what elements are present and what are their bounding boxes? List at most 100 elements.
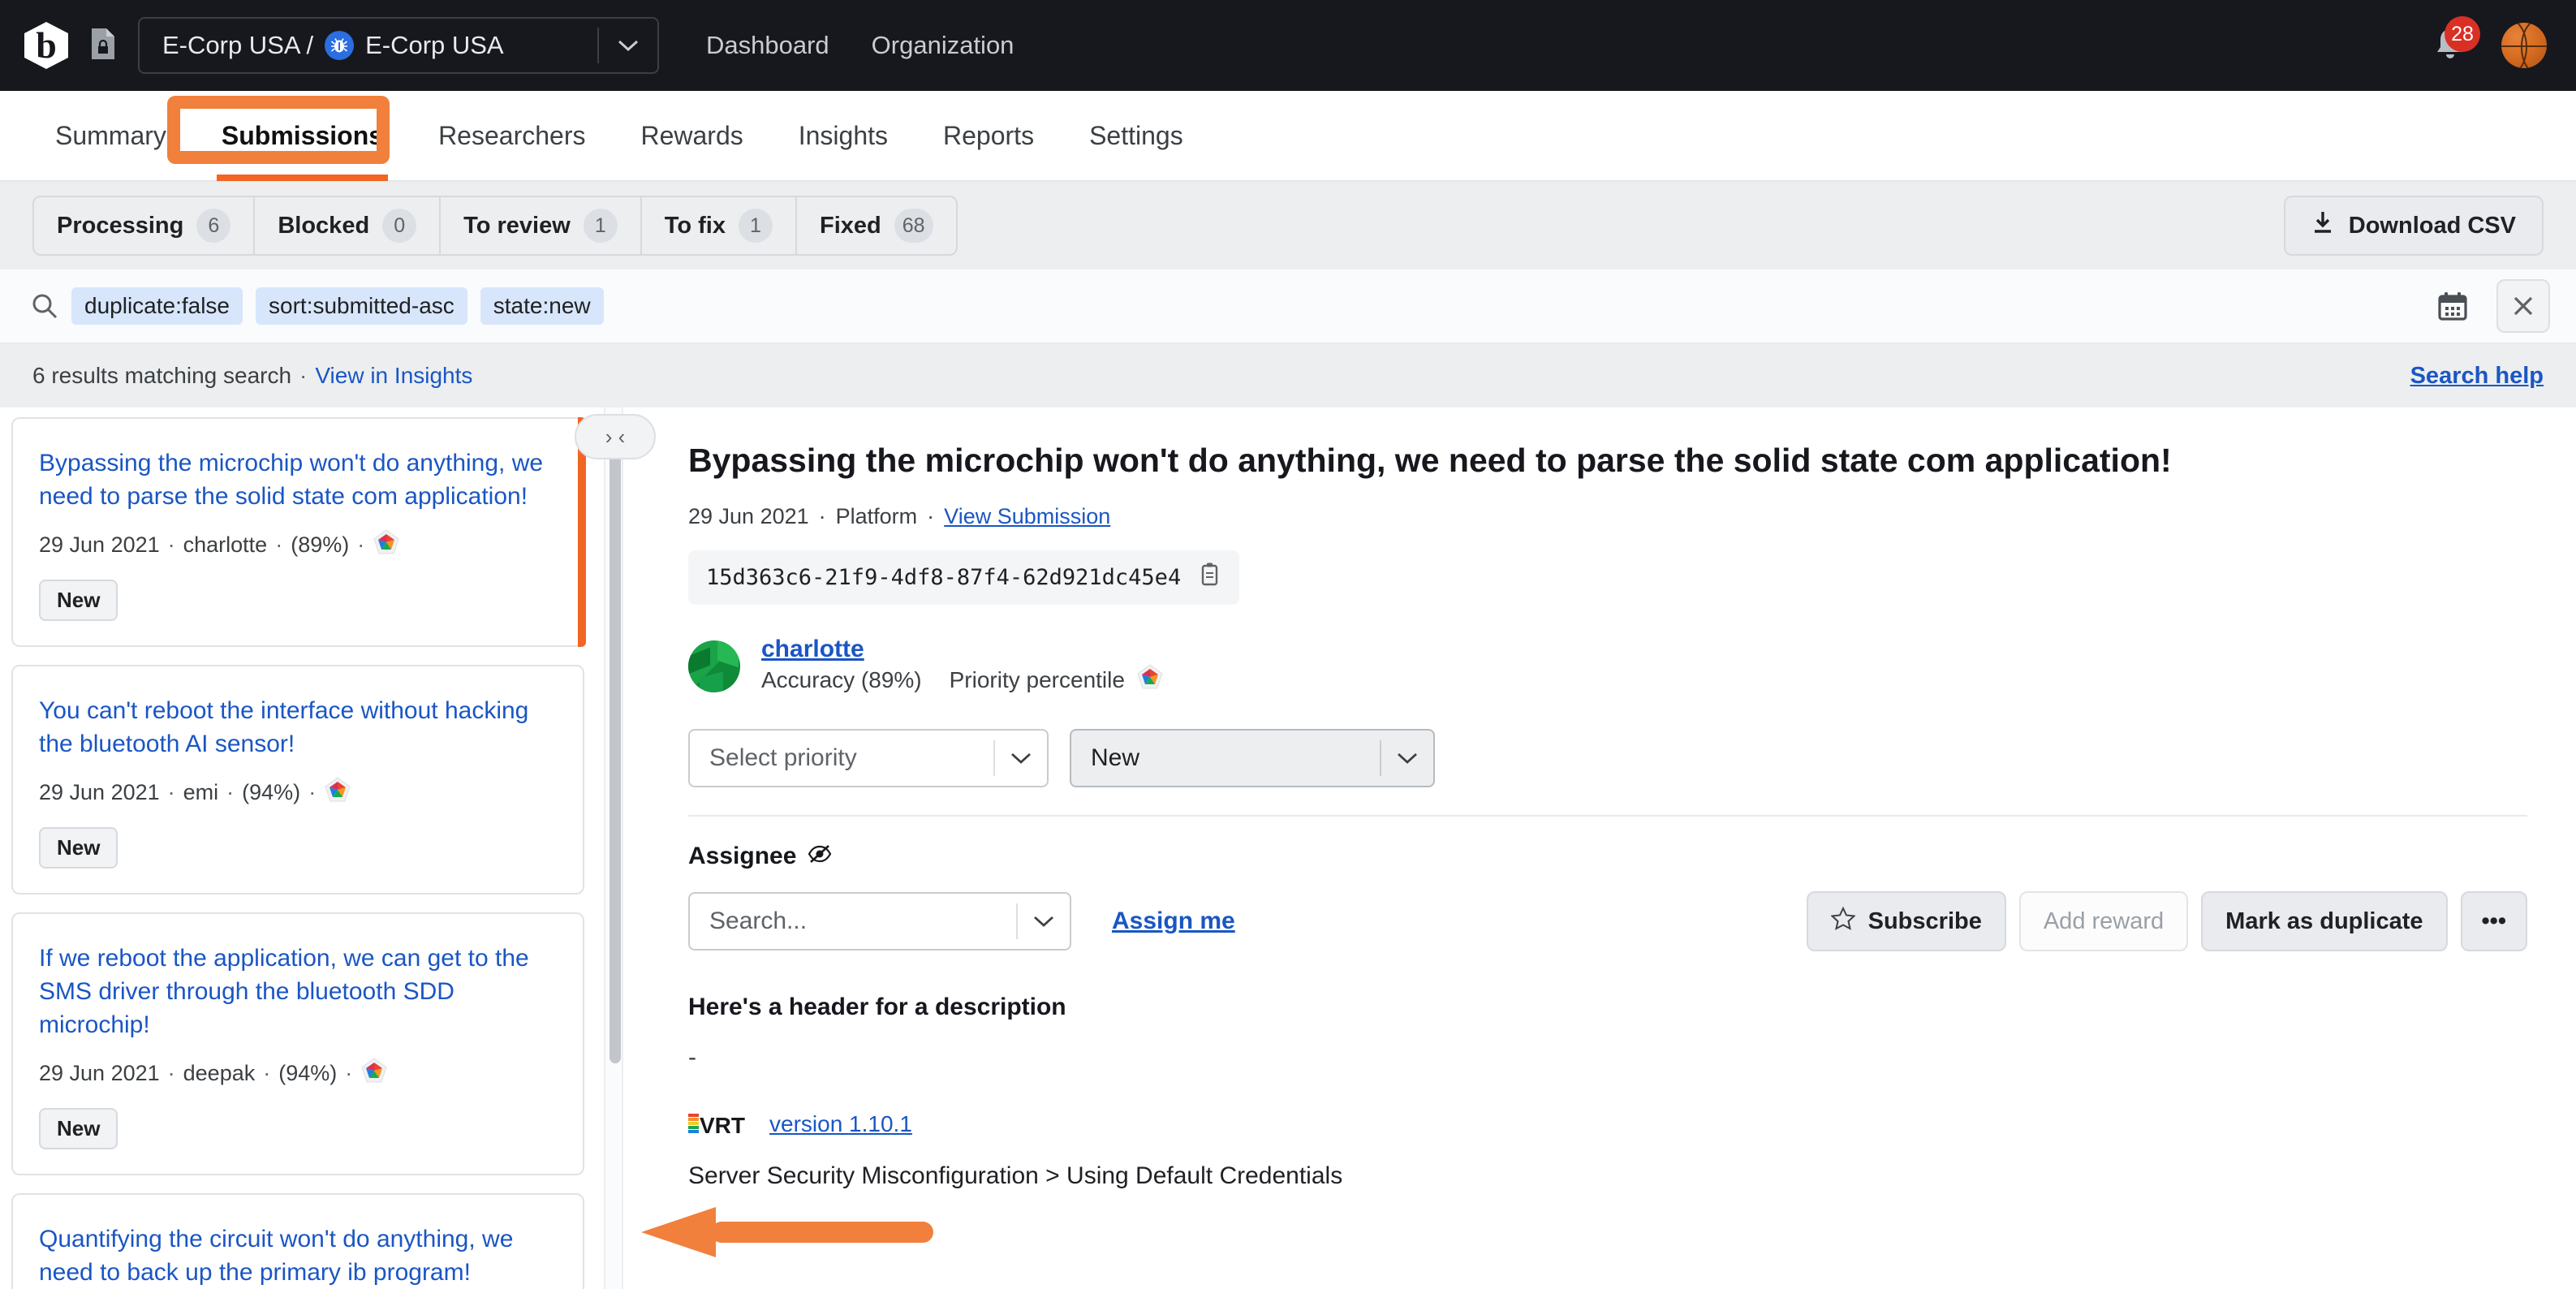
assignee-label-text: Assignee [688,843,797,870]
filter-blocked-count: 0 [382,209,417,243]
priority-percentile-icon [373,528,400,562]
chevron-down-icon[interactable] [995,751,1047,765]
tab-reports[interactable]: Reports [915,90,1062,181]
nav-organization[interactable]: Organization [872,31,1014,60]
top-bar-right: 28 [2432,16,2547,68]
researcher-accuracy: Accuracy (89%) [761,666,922,692]
submissions-list[interactable]: Bypassing the microchip won't do anythin… [0,407,604,1289]
tab-insights[interactable]: Insights [771,90,915,181]
list-item[interactable]: Quantifying the circuit won't do anythin… [11,1192,584,1289]
org-selector[interactable]: E-Corp USA / E-Corp USA [138,17,659,74]
vrt-logo-icon: VRT [688,1110,752,1138]
tab-submissions[interactable]: Submissions [194,90,411,181]
priority-select[interactable]: Select priority [688,729,1049,788]
tab-researchers[interactable]: Researchers [411,90,613,181]
status-segmented-control: Processing 6 Blocked 0 To review 1 To fi… [32,196,958,256]
nav-dashboard[interactable]: Dashboard [706,31,829,60]
priority-percentile-icon [360,1057,388,1090]
more-options-button[interactable]: ••• [2460,891,2527,952]
filter-processing[interactable]: Processing 6 [34,197,256,254]
vrt-row: VRT version 1.10.1 [688,1110,2527,1138]
list-item[interactable]: Bypassing the microchip won't do anythin… [11,417,586,647]
list-item-title[interactable]: If we reboot the application, we can get… [39,942,557,1042]
assign-me-link[interactable]: Assign me [1112,907,1235,935]
assignee-search-input[interactable]: Search... [690,907,1016,935]
collapse-panel-button[interactable]: › ‹ [575,414,656,459]
clear-search-button[interactable] [2496,279,2550,333]
list-item-meta: 29 Jun 2021 · emi · (94%) · [39,776,557,809]
add-reward-button[interactable]: Add reward [2018,891,2189,952]
view-in-insights-link[interactable]: View in Insights [315,363,472,389]
chevron-down-icon[interactable] [1018,914,1070,929]
org-breadcrumb: E-Corp USA / E-Corp USA [162,31,504,60]
tab-summary[interactable]: Summary [28,90,194,181]
list-item-title[interactable]: Quantifying the circuit won't do anythin… [39,1222,557,1289]
researcher-avatar[interactable] [688,640,740,692]
filter-to-fix[interactable]: To fix 1 [642,197,797,254]
tab-settings[interactable]: Settings [1062,90,1211,181]
priority-state-row: Select priority New [688,729,2527,788]
avatar[interactable] [2501,23,2547,68]
list-item-title[interactable]: You can't reboot the interface without h… [39,694,557,761]
vrt-taxonomy-path: Server Security Misconfiguration > Using… [688,1162,1343,1190]
status-badge: New [39,826,118,869]
list-item-date: 29 Jun 2021 [39,1060,160,1085]
org-name-label: E-Corp USA [365,31,504,59]
chevron-down-icon[interactable] [599,37,657,54]
vrt-version-link[interactable]: version 1.10.1 [769,1111,912,1137]
search-tokens: duplicate:false sort:submitted-asc state… [71,287,604,325]
filter-to-fix-label: To fix [664,212,726,239]
search-token-state[interactable]: state:new [480,287,604,325]
content-split: Bypassing the microchip won't do anythin… [0,407,2576,1289]
filter-processing-count: 6 [196,209,231,243]
list-item-date: 29 Jun 2021 [39,779,160,804]
results-separator: · [299,363,308,388]
search-token-duplicate[interactable]: duplicate:false [71,287,243,325]
status-badge: New [39,579,118,621]
notifications-button[interactable]: 28 [2432,16,2480,67]
search-help-link[interactable]: Search help [2410,363,2544,390]
view-submission-link[interactable]: View Submission [944,504,1110,529]
filter-to-review[interactable]: To review 1 [441,197,642,254]
bugcrowd-logo[interactable]: b [21,20,71,71]
assignee-select[interactable]: Search... [688,892,1071,951]
subscribe-button[interactable]: Subscribe [1806,891,2006,952]
chevron-down-icon[interactable] [1381,751,1433,765]
filter-to-fix-count: 1 [738,209,773,243]
svg-text:VRT: VRT [700,1113,745,1138]
state-select[interactable]: New [1070,729,1435,788]
list-item-researcher: deepak [183,1060,256,1085]
researcher-stats: Accuracy (89%) Priority percentile [761,663,1164,696]
document-lock-icon[interactable] [89,27,117,65]
top-bar: b E-Corp USA / E-Corp USA Dashboard Orga… [0,0,2576,91]
list-item[interactable]: If we reboot the application, we can get… [11,912,584,1175]
tab-rewards[interactable]: Rewards [613,90,770,181]
list-item[interactable]: You can't reboot the interface without h… [11,664,584,895]
star-icon [1829,906,1856,937]
download-csv-button[interactable]: Download CSV [2283,196,2544,256]
list-item-meta: 29 Jun 2021 · deepak · (94%) · [39,1057,557,1090]
filter-blocked[interactable]: Blocked 0 [255,197,442,254]
results-count: 6 results matching search [32,363,292,388]
filter-fixed[interactable]: Fixed 68 [797,197,956,254]
list-scrollbar[interactable]: › ‹ [575,407,656,1289]
priority-select-value: Select priority [709,744,857,772]
list-item-title[interactable]: Bypassing the microchip won't do anythin… [39,446,558,514]
status-badge: New [39,1107,118,1149]
notification-badge: 28 [2445,16,2480,52]
description-header: Here's a header for a description [688,994,1066,1021]
researcher-name-link[interactable]: charlotte [761,636,864,662]
assignee-label: Assignee [688,843,2527,870]
search-bar[interactable]: duplicate:false sort:submitted-asc state… [0,269,2576,344]
description-body: - [688,1044,696,1071]
bug-badge-icon [325,31,355,60]
detail-date: 29 Jun 2021 [688,504,809,529]
calendar-icon[interactable] [2432,285,2474,327]
scrollbar-thumb[interactable] [610,414,621,1063]
detail-subheader: 29 Jun 2021 · Platform · View Submission [688,504,1111,529]
copy-clipboard-icon[interactable] [1199,562,1221,593]
mark-as-duplicate-button[interactable]: Mark as duplicate [2201,891,2448,952]
search-token-sort[interactable]: sort:submitted-asc [256,287,467,325]
status-filter-bar: Processing 6 Blocked 0 To review 1 To fi… [0,182,2576,269]
eye-slash-icon [808,843,832,870]
